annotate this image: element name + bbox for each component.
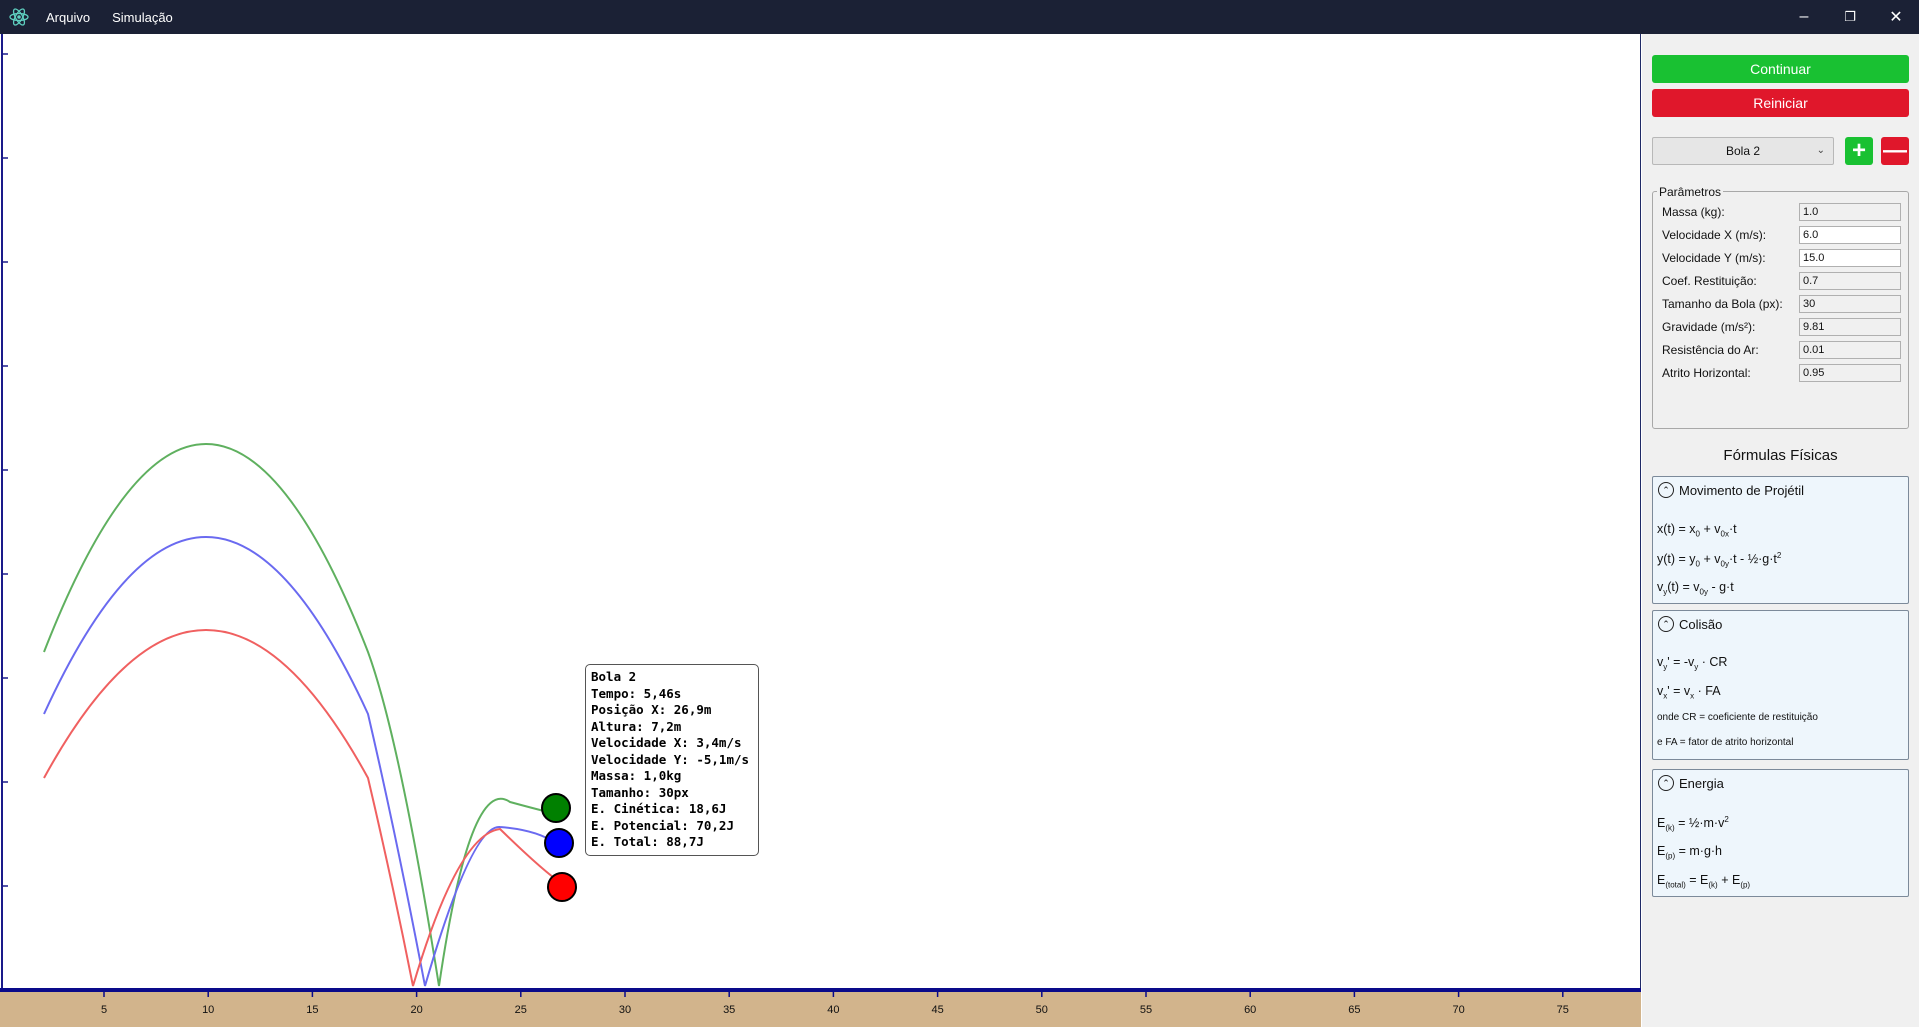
friction-input[interactable]: [1799, 364, 1901, 382]
parameters-title: Parâmetros: [1657, 185, 1724, 199]
ball-green: [541, 793, 571, 823]
info-line: Velocidade X: 3,4m/s: [591, 735, 742, 750]
formula-y: y(t) = y0 + v0y·t - ½·g·t2: [1657, 551, 1782, 569]
x-tick-label: 15: [306, 1004, 318, 1016]
ground: [0, 990, 1641, 1027]
param-row-gravity: Gravidade (m/s²):: [1662, 318, 1902, 336]
ball-select-dropdown[interactable]: Bola 2 ⌄: [1652, 137, 1834, 165]
info-line: Massa: 1,0kg: [591, 768, 682, 783]
section-title: Movimento de Projétil: [1679, 482, 1804, 498]
formulas-title: Fórmulas Físicas: [1723, 447, 1838, 464]
x-tick-label: 65: [1348, 1004, 1360, 1016]
collision-note-fa: e FA = fator de atrito horizontal: [1657, 737, 1794, 748]
param-label: Atrito Horizontal:: [1662, 366, 1751, 380]
param-row-restitution: Coef. Restituição:: [1662, 272, 1902, 290]
param-row-mass: Massa (kg):: [1662, 203, 1902, 221]
menu-arquivo[interactable]: Arquivo: [46, 10, 90, 25]
info-line: Posição X: 26,9m: [591, 702, 712, 717]
continue-button[interactable]: Continuar: [1652, 55, 1909, 83]
section-energy-header[interactable]: ⌃ Energia: [1658, 775, 1724, 791]
param-row-air-resistance: Resistência do Ar:: [1662, 341, 1902, 359]
param-label: Velocidade Y (m/s):: [1662, 251, 1766, 265]
ball-info-tooltip: Bola 2 Tempo: 5,46s Posição X: 26,9m Alt…: [585, 664, 759, 856]
x-tick-label: 70: [1452, 1004, 1464, 1016]
mass-input[interactable]: [1799, 203, 1901, 221]
formula-vx-collision: vx' = vx · FA: [1657, 684, 1721, 701]
param-label: Massa (kg):: [1662, 205, 1725, 219]
section-projectile: ⌃ Movimento de Projétil x(t) = x0 + v0x·…: [1652, 476, 1909, 604]
x-tick-label: 50: [1036, 1004, 1048, 1016]
ball-size-input[interactable]: [1799, 295, 1901, 313]
x-tick-label: 25: [515, 1004, 527, 1016]
collapse-icon[interactable]: ⌃: [1658, 482, 1674, 498]
ball-red: [547, 872, 577, 902]
add-ball-button[interactable]: +: [1845, 137, 1873, 165]
param-row-velocity-x: Velocidade X (m/s):: [1662, 226, 1902, 244]
control-panel: Continuar Reiniciar Bola 2 ⌄ + — Parâmet…: [1642, 34, 1919, 1027]
section-collision: ⌃ Colisão vy' = -vy · CR vx' = vx · FA o…: [1652, 610, 1909, 760]
param-row-ball-size: Tamanho da Bola (px):: [1662, 295, 1902, 313]
velocity-x-input[interactable]: [1799, 226, 1901, 244]
formula-potential: E(p) = m·g·h: [1657, 844, 1723, 861]
x-tick-label: 20: [410, 1004, 422, 1016]
section-energy: ⌃ Energia E(k) = ½·m·v2 E(p) = m·g·h E(t…: [1652, 769, 1909, 897]
chevron-down-icon: ⌄: [1816, 145, 1825, 156]
trajectory-green: [43, 443, 549, 987]
param-row-friction: Atrito Horizontal:: [1662, 364, 1902, 382]
formula-total: E(total) = E(k) + E(p): [1657, 873, 1751, 890]
menu-simulacao[interactable]: Simulação: [112, 10, 173, 25]
param-label: Resistência do Ar:: [1662, 343, 1759, 357]
ball-select-value: Bola 2: [1725, 144, 1761, 158]
param-row-velocity-y: Velocidade Y (m/s):: [1662, 249, 1902, 267]
minimize-button[interactable]: –: [1781, 0, 1827, 34]
param-label: Coef. Restituição:: [1662, 274, 1757, 288]
info-line: Altura: 7,2m: [591, 718, 682, 734]
trajectory-blue: [43, 536, 556, 987]
info-line: Tempo: 5,46s: [591, 685, 682, 701]
info-line: Tamanho: 30px: [591, 784, 689, 800]
x-tick-label: 55: [1140, 1004, 1152, 1016]
velocity-y-input[interactable]: [1799, 249, 1901, 267]
x-tick-label: 5: [101, 1004, 107, 1016]
section-collision-header[interactable]: ⌃ Colisão: [1658, 616, 1722, 632]
info-line: Bola 2: [591, 669, 637, 684]
title-bar: Arquivo Simulação – ❐ ✕: [0, 0, 1919, 34]
restart-button[interactable]: Reiniciar: [1652, 89, 1909, 117]
collision-note-cr: onde CR = coeficiente de restituição: [1657, 712, 1818, 723]
param-label: Tamanho da Bola (px):: [1662, 297, 1783, 311]
simulation-canvas[interactable]: 5 10 15 20 25 30 35 40 45 50 55 60 65 70 75 Bola 2 Tem…: [0, 34, 1641, 1027]
air-resistance-input[interactable]: [1799, 341, 1901, 359]
restitution-input[interactable]: [1799, 272, 1901, 290]
formula-vy: vy(t) = v0y - g·t: [1657, 580, 1734, 597]
param-label: Velocidade X (m/s):: [1662, 228, 1767, 242]
info-line: E. Total: 88,7J: [591, 834, 704, 849]
collapse-icon[interactable]: ⌃: [1658, 775, 1674, 791]
parameters-group: Parâmetros Massa (kg): Velocidade X (m/s…: [1652, 185, 1909, 429]
x-tick-label: 30: [619, 1004, 631, 1016]
x-tick-label: 60: [1244, 1004, 1256, 1016]
collapse-icon[interactable]: ⌃: [1658, 616, 1674, 632]
formula-x: x(t) = x0 + v0x·t: [1657, 522, 1737, 539]
section-title: Energia: [1679, 775, 1724, 791]
info-line: Velocidade Y: -5,1m/s: [591, 751, 750, 767]
x-tick-label: 10: [202, 1004, 214, 1016]
ball-blue: [544, 828, 574, 858]
info-line: E. Potencial: 70,2J: [591, 817, 734, 833]
formula-kinetic: E(k) = ½·m·v2: [1657, 815, 1729, 833]
atom-app-icon: [8, 6, 30, 28]
section-projectile-header[interactable]: ⌃ Movimento de Projétil: [1658, 482, 1804, 498]
x-tick-label: 40: [827, 1004, 839, 1016]
close-button[interactable]: ✕: [1873, 0, 1919, 34]
param-label: Gravidade (m/s²):: [1662, 320, 1756, 334]
section-title: Colisão: [1679, 616, 1723, 632]
info-line: E. Cinética: 18,6J: [591, 801, 727, 816]
x-tick-label: 45: [931, 1004, 943, 1016]
x-tick-label: 75: [1557, 1004, 1569, 1016]
remove-ball-button[interactable]: —: [1881, 137, 1909, 165]
formula-vy-collision: vy' = -vy · CR: [1657, 655, 1728, 672]
trajectory-red: [43, 629, 562, 987]
x-tick-label: 35: [723, 1004, 735, 1016]
gravity-input[interactable]: [1799, 318, 1901, 336]
restore-button[interactable]: ❐: [1827, 0, 1873, 34]
